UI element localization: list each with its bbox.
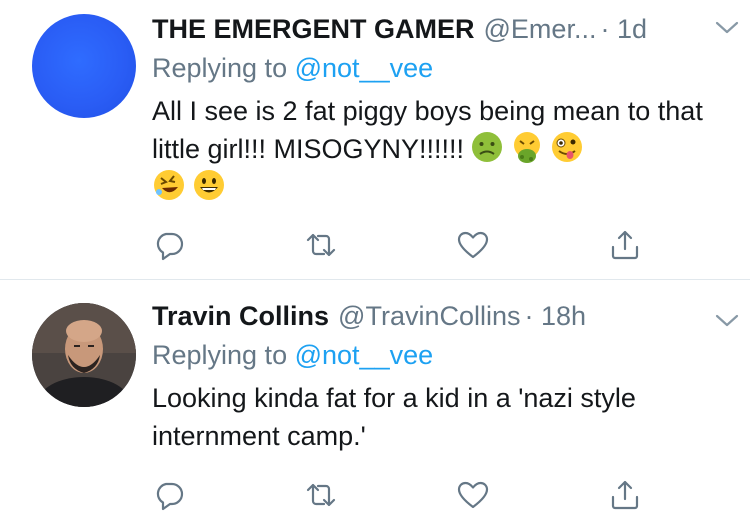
timestamp[interactable]: · 18h (525, 299, 587, 333)
retweet-button[interactable] (304, 228, 338, 262)
tweet-text-content: All I see is 2 fat piggy boys being mean… (152, 96, 703, 164)
reply-handle-link[interactable]: @not__vee (295, 53, 434, 83)
replying-to: Replying to @not__vee (152, 337, 726, 373)
display-name[interactable]: THE EMERGENT GAMER (152, 12, 475, 46)
reply-button[interactable] (152, 478, 186, 512)
tweet-text: All I see is 2 fat piggy boys being mean… (152, 92, 722, 206)
nauseated-face-icon (472, 132, 503, 162)
replying-to: Replying to @not__vee (152, 50, 726, 86)
profile-photo (32, 303, 136, 407)
like-icon (457, 481, 489, 509)
share-button[interactable] (608, 478, 642, 512)
user-handle[interactable]: @TravinCollins (338, 299, 520, 333)
retweet-button[interactable] (304, 478, 338, 512)
tweet[interactable]: THE EMERGENT GAMER @Emer... · 1d Replyin… (0, 0, 750, 280)
reply-icon (156, 482, 184, 511)
tweet-header: Travin Collins @TravinCollins · 18h (152, 299, 726, 333)
tweet-actions (152, 228, 642, 262)
reply-button[interactable] (152, 228, 186, 262)
like-button[interactable] (456, 478, 490, 512)
replying-to-label: Replying to (152, 53, 288, 83)
rolling-on-floor-laughing-icon (154, 170, 184, 200)
share-icon (611, 480, 639, 510)
user-handle[interactable]: @Emer... (484, 12, 597, 46)
zany-face-icon (552, 132, 583, 162)
retweet-icon (306, 233, 336, 257)
timestamp[interactable]: · 1d (600, 12, 647, 46)
like-icon (457, 231, 489, 259)
retweet-icon (306, 483, 336, 507)
tweet-header: THE EMERGENT GAMER @Emer... · 1d (152, 12, 726, 46)
replying-to-label: Replying to (152, 340, 288, 370)
tweet-actions (152, 478, 642, 512)
tweet[interactable]: Travin Collins @TravinCollins · 18h Repl… (0, 281, 750, 518)
vomiting-face-icon (514, 132, 541, 163)
share-button[interactable] (608, 228, 642, 262)
avatar[interactable] (32, 14, 136, 118)
like-button[interactable] (456, 228, 490, 262)
grinning-face-icon (194, 170, 224, 200)
reply-handle-link[interactable]: @not__vee (295, 340, 434, 370)
reply-icon (156, 232, 184, 261)
avatar[interactable] (32, 303, 136, 407)
tweet-text: Looking kinda fat for a kid in a 'nazi s… (152, 383, 636, 451)
display-name[interactable]: Travin Collins (152, 299, 329, 333)
share-icon (611, 230, 639, 260)
